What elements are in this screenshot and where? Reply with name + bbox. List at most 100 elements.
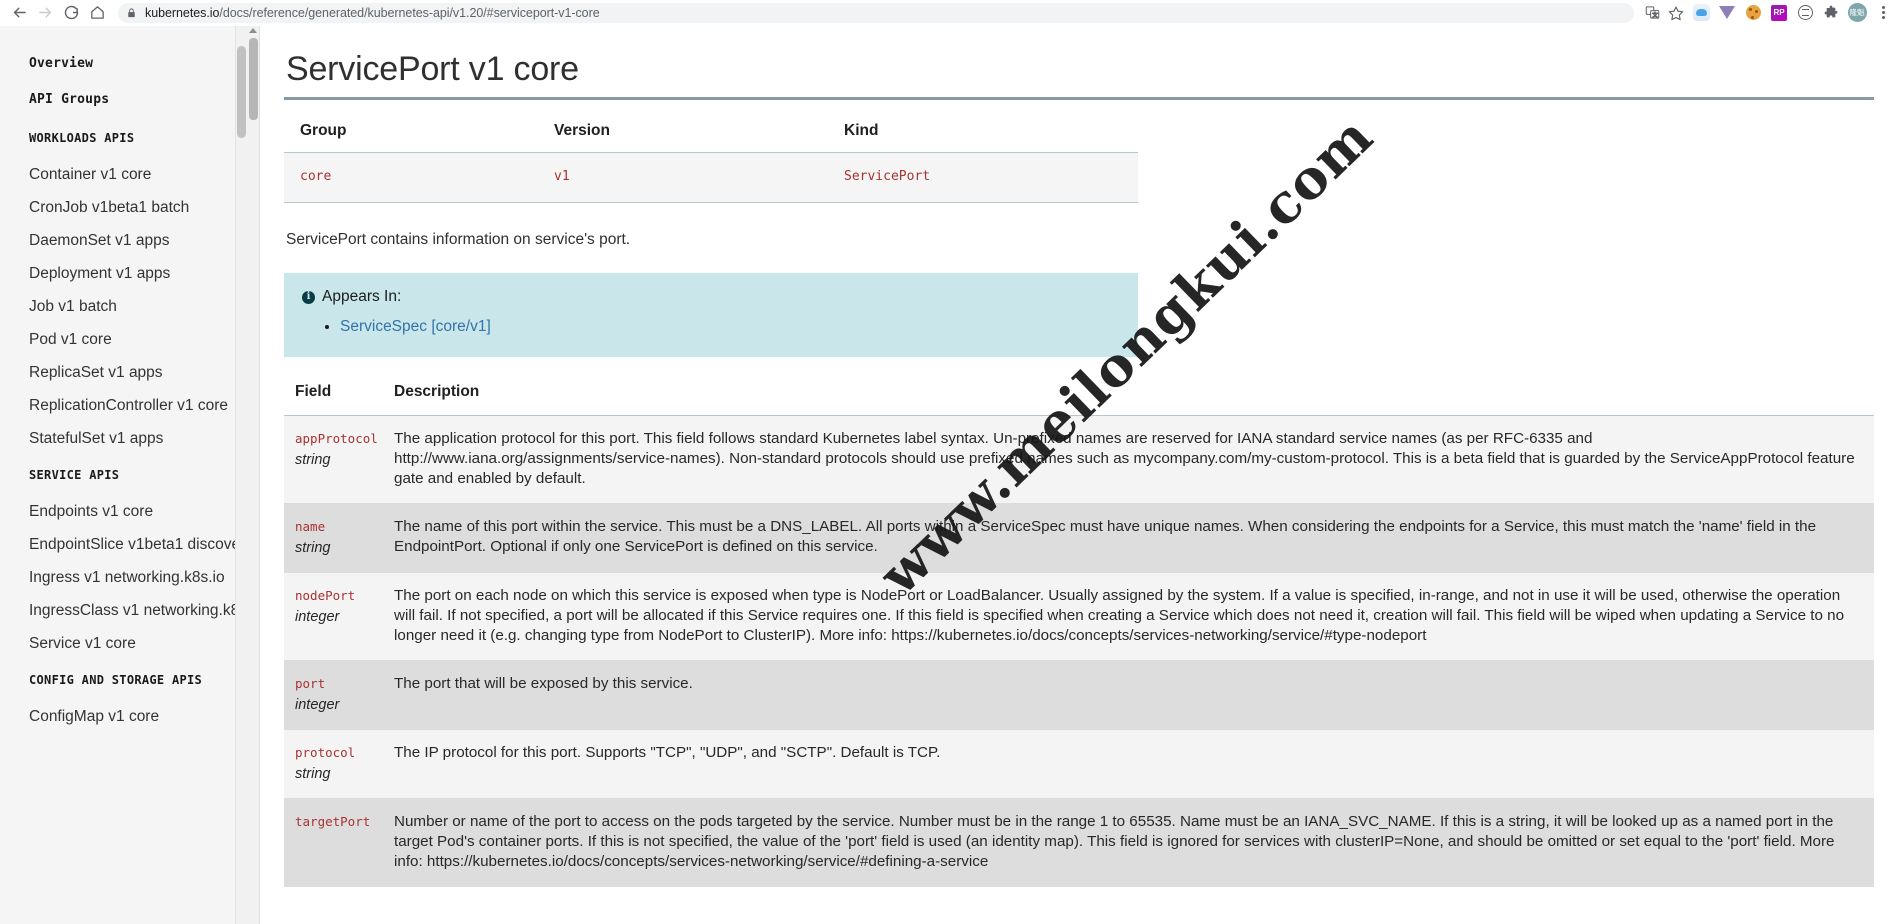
three-dot-menu-icon[interactable] [1870,2,1896,24]
field-type-nodeport: integer [295,609,340,625]
scroll-up-arrow-icon[interactable] [249,28,257,33]
description-cell: The name of this port within the service… [378,503,1874,573]
fields-table: Field Description appProtocol string The… [284,383,1874,887]
table-row: appProtocol string The application proto… [284,415,1874,504]
field-cell: name string [284,503,378,573]
gvk-header-kind: Kind [828,112,1138,153]
sidebar-item-daemonset-v1-apps[interactable]: DaemonSet v1 apps [0,224,247,257]
field-description-targetport: Number or name of the port to access on … [394,813,1835,870]
sidebar-item-ingress-v1-networking[interactable]: Ingress v1 networking.k8s.io [0,561,247,594]
gvk-cell-version: v1 [538,152,828,203]
field-cell: targetPort [284,798,378,887]
cloud-extension-icon[interactable] [1688,2,1714,24]
rp-extension-label: RP [1771,4,1787,21]
page-title: ServicePort v1 core [286,50,579,88]
sidebar-item-configmap-v1-core[interactable]: ConfigMap v1 core [0,700,247,733]
url-path: /docs/reference/generated/kubernetes-api… [219,5,600,20]
fields-header-field: Field [284,383,378,416]
table-header-row: Group Version Kind [284,112,1138,153]
reader-extension-icon[interactable] [1792,2,1818,24]
cookie-extension-icon[interactable] [1740,2,1766,24]
content-scrollbar-thumb[interactable] [249,38,258,120]
field-name-nodeport: nodePort [295,588,356,603]
sidebar-item-job-v1-batch[interactable]: Job v1 batch [0,290,247,323]
sidebar-heading-config-and-storage-apis: CONFIG AND STORAGE APIS [29,673,203,687]
field-description-port: The port that will be exposed by this se… [394,675,693,692]
table-row: targetPort Number or name of the port to… [284,798,1874,887]
description-cell: The port that will be exposed by this se… [378,660,1874,730]
avatar-label: 隆魁 [1847,3,1867,22]
main-content: ServicePort v1 core Group Version Kind c… [260,26,1902,924]
sidebar-item-deployment-v1-apps[interactable]: Deployment v1 apps [0,257,247,290]
sidebar-item-cronjob-v1beta1-batch[interactable]: CronJob v1beta1 batch [0,191,247,224]
sidebar-scrollbar-thumb[interactable] [237,46,246,138]
url-text: kubernetes.io/docs/reference/generated/k… [145,6,600,20]
table-row: core v1 ServicePort [284,152,1138,203]
appears-in-list: ServiceSpec [core/v1] [284,317,1138,337]
field-description-appprotocol: The application protocol for this port. … [394,430,1855,487]
field-type-port: integer [295,697,340,713]
sidebar-item-endpoints-v1-core[interactable]: Endpoints v1 core [0,495,247,528]
appears-in-box: i Appears In: ServiceSpec [core/v1] [284,273,1138,357]
home-icon[interactable] [84,2,110,24]
sidebar-item-replicaset-v1-apps[interactable]: ReplicaSet v1 apps [0,356,247,389]
reload-icon[interactable] [58,2,84,24]
star-icon[interactable] [1664,2,1688,24]
sidebar-scrollbar[interactable] [235,26,247,924]
description-cell: The IP protocol for this port. Supports … [378,729,1874,799]
puzzle-extensions-icon[interactable] [1818,2,1844,24]
appears-in-link-servicespec[interactable]: ServiceSpec [core/v1] [340,318,491,335]
sidebar-item-replicationcontroller-v1-core[interactable]: ReplicationController v1 core [0,389,247,422]
table-header-row: Field Description [284,383,1874,416]
forward-arrow-icon[interactable] [32,2,58,24]
field-name-targetport: targetPort [295,814,371,829]
sidebar-item-pod-v1-core[interactable]: Pod v1 core [0,323,247,356]
description-cell: Number or name of the port to access on … [378,798,1874,887]
sidebar-item-statefulset-v1-apps[interactable]: StatefulSet v1 apps [0,422,247,455]
appears-in-title: i Appears In: [284,287,1138,307]
table-row: protocol string The IP protocol for this… [284,729,1874,799]
field-cell: port integer [284,660,378,730]
sidebar-item-api-groups[interactable]: API Groups [0,82,247,118]
list-item: ServiceSpec [core/v1] [340,317,1138,337]
back-arrow-icon[interactable] [6,2,32,24]
gvk-header-version: Version [538,112,828,153]
sidebar-item-overview[interactable]: Overview [0,46,247,82]
sidebar-nav: Overview API Groups WORKLOADS APIS Conta… [0,26,247,924]
address-bar[interactable]: kubernetes.io/docs/reference/generated/k… [118,2,1634,23]
field-cell: nodePort integer [284,572,378,661]
description-cell: The port on each node on which this serv… [378,572,1874,661]
sidebar-item-ingressclass-v1-networking[interactable]: IngressClass v1 networking.k8s.io [0,594,247,627]
extension-icons: RP 隆魁 [1688,2,1896,24]
browser-toolbar: kubernetes.io/docs/reference/generated/k… [0,0,1902,26]
sidebar-item-container-v1-core[interactable]: Container v1 core [0,158,247,191]
table-row: port integer The port that will be expos… [284,660,1874,730]
vimium-extension-icon[interactable] [1714,2,1740,24]
field-name-appprotocol: appProtocol [295,431,378,446]
table-row: name string The name of this port within… [284,503,1874,573]
avatar[interactable]: 隆魁 [1844,2,1870,24]
sidebar-item-service-v1-core[interactable]: Service v1 core [0,627,247,660]
intro-paragraph: ServicePort contains information on serv… [286,231,631,248]
description-cell: The application protocol for this port. … [378,415,1874,504]
gvk-header-group: Group [284,112,538,153]
rp-extension-icon[interactable]: RP [1766,2,1792,24]
sidebar-heading-service-apis: SERVICE APIS [29,468,120,482]
appears-in-label: Appears In: [322,288,402,305]
sidebar-item-endpointslice-v1beta1-discovery[interactable]: EndpointSlice v1beta1 discovery.k8s. [0,528,247,561]
content-scrollbar[interactable] [247,26,260,924]
field-cell: appProtocol string [284,415,378,504]
info-icon: i [302,290,315,304]
field-description-name: The name of this port within the service… [394,518,1817,555]
gvk-cell-kind: ServicePort [828,152,1138,203]
gvk-cell-group: core [284,152,538,203]
field-type-protocol: string [295,766,331,782]
field-description-nodeport: The port on each node on which this serv… [394,587,1845,644]
translate-icon[interactable]: 文 [1640,2,1664,24]
group-version-kind-table: Group Version Kind core v1 ServicePort [284,112,1138,203]
page-viewport: Overview API Groups WORKLOADS APIS Conta… [0,26,1902,924]
field-type-appprotocol: string [295,452,331,468]
url-host: kubernetes.io [145,5,220,20]
fields-header-description: Description [378,383,1874,416]
field-type-name: string [295,540,331,556]
